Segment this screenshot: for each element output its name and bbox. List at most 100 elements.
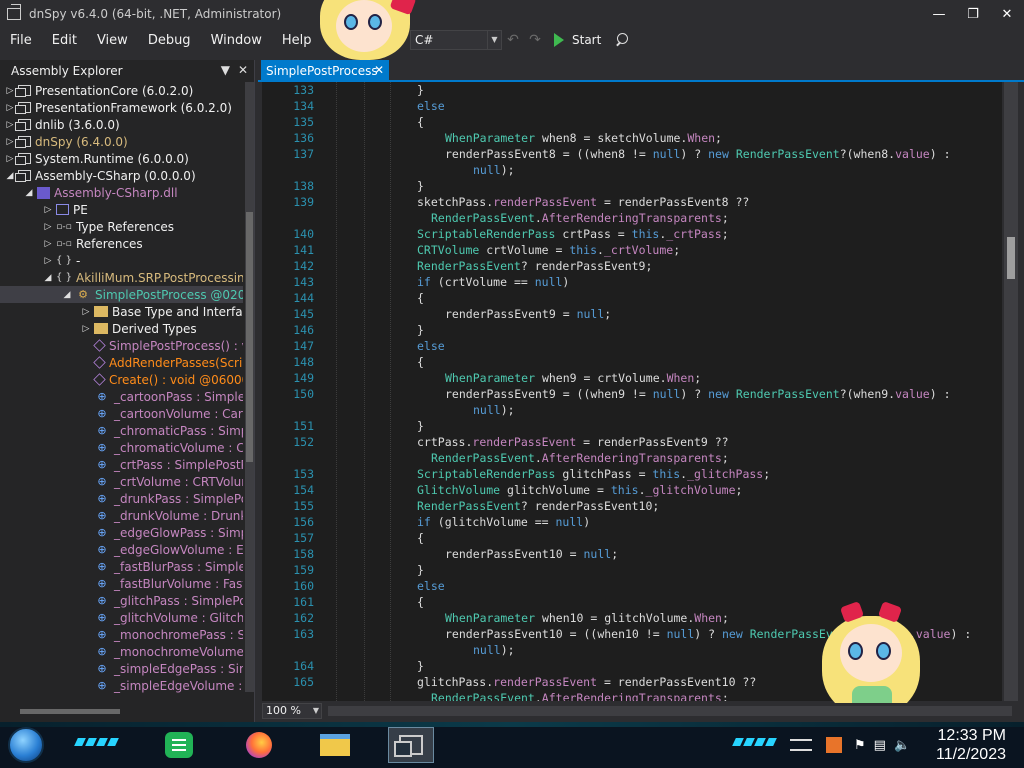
tree-item-label: dnSpy (6.4.0.0) — [35, 134, 128, 149]
code-line: 156 if (glitchVolume == null) — [262, 514, 1002, 530]
tree-item-label: System.Runtime (6.0.0.0) — [35, 151, 189, 166]
tree-item[interactable]: ⊕ _fastBlurVolume : FastI — [0, 575, 243, 592]
tree-item[interactable]: ⊕ _cartoonPass : SimpleP — [0, 388, 243, 405]
tree-item[interactable]: ▷ System.Runtime (6.0.0.0) — [0, 150, 243, 167]
taskbar-clock[interactable]: 12:33 PM 11/2/2023 — [936, 726, 1006, 764]
tree-item[interactable]: ▷ dnlib (3.6.0.0) — [0, 116, 243, 133]
code-text: { — [417, 355, 424, 369]
code-text: RenderPassEvent.AfterRenderingTransparen… — [431, 451, 729, 465]
collapse-arrow-icon[interactable]: ◢ — [42, 269, 54, 286]
menu-file[interactable]: File — [0, 33, 42, 48]
tree-item[interactable]: ⊕ _edgeGlowPass : Simp — [0, 524, 243, 541]
expand-arrow-icon[interactable]: ▷ — [42, 201, 54, 218]
collapse-arrow-icon[interactable]: ◢ — [23, 184, 35, 201]
menu-debug[interactable]: Debug — [138, 33, 201, 48]
expand-arrow-icon[interactable]: ▷ — [80, 303, 92, 320]
tree-item[interactable]: ▷ PresentationCore (6.0.2.0) — [0, 82, 243, 99]
taskbar-file-explorer-app[interactable] — [312, 727, 358, 763]
start-button[interactable]: Start — [554, 33, 601, 47]
tree-item[interactable]: ⊕ _monochromeVolume — [0, 643, 243, 660]
tree-item[interactable]: ⊕ _glitchVolume : Glitch\ — [0, 609, 243, 626]
menu-edit[interactable]: Edit — [42, 33, 87, 48]
panel-close-icon[interactable]: ✕ — [238, 63, 248, 77]
flag-icon[interactable]: ⚑ — [854, 738, 866, 753]
minimize-button[interactable]: — — [922, 0, 956, 28]
editor-horizontal-scrollbar[interactable] — [328, 706, 1012, 716]
expand-arrow-icon[interactable]: ▷ — [80, 320, 92, 337]
editor-vertical-scrollbar[interactable] — [1004, 82, 1018, 701]
tree-item[interactable]: ▷ PresentationFramework (6.0.2.0) — [0, 99, 243, 116]
tree-item[interactable]: ⊕ _cartoonVolume : Cart — [0, 405, 243, 422]
zoom-select[interactable]: 100 % ▼ — [262, 703, 322, 719]
menu-window[interactable]: Window — [201, 33, 272, 48]
app-tray-icon[interactable] — [826, 737, 842, 753]
restore-button[interactable]: ❐ — [956, 0, 990, 28]
tree-item[interactable]: ⊕ _simpleEdgeVolume : ! — [0, 677, 243, 694]
code-line: 158 renderPassEvent10 = null; — [262, 546, 1002, 562]
chevron-down-icon: ▼ — [312, 706, 319, 715]
code-text: } — [417, 659, 424, 673]
expand-arrow-icon[interactable]: ▷ — [42, 235, 54, 252]
tab-simplepostprocess[interactable]: SimplePostProcess ✕ — [261, 60, 389, 82]
volume-icon[interactable]: 🔈 — [894, 738, 910, 753]
tree-item[interactable]: ⊕ _crtVolume : CRTVolur — [0, 473, 243, 490]
tree-item[interactable]: ◢ Assembly-CSharp.dll — [0, 184, 243, 201]
tree-item-label: _fastBlurVolume : FastI — [114, 576, 243, 591]
taskbar-dnspy-app[interactable] — [388, 727, 434, 763]
tree-item[interactable]: ⊕ _glitchPass : SimplePo — [0, 592, 243, 609]
menu-view[interactable]: View — [87, 33, 138, 48]
tree-item[interactable]: ▷ ▫-▫ References — [0, 235, 243, 252]
code-line: RenderPassEvent.AfterRenderingTransparen… — [262, 450, 1002, 466]
tree-item[interactable]: ⊕ _fastBlurPass : SimpleF — [0, 558, 243, 575]
network-icon[interactable]: ▤ — [874, 738, 886, 753]
tree-item[interactable]: ▷ Base Type and Interfac — [0, 303, 243, 320]
line-number: 149 — [293, 371, 314, 385]
tree-item-label: _edgeGlowPass : Simp — [114, 525, 243, 540]
taskbar-firefox-app[interactable] — [236, 727, 282, 763]
close-button[interactable]: ✕ — [990, 0, 1024, 28]
tree-item[interactable]: ▷ ▫-▫ Type References — [0, 218, 243, 235]
tree-item[interactable]: ⊕ _edgeGlowVolume : Ec — [0, 541, 243, 558]
tree-item[interactable]: AddRenderPasses(Scrip — [0, 354, 243, 371]
tree-item-label: PE — [73, 202, 88, 217]
redo-icon[interactable]: ↷ — [524, 30, 546, 50]
expand-arrow-icon[interactable]: ▷ — [42, 218, 54, 235]
show-desktop-icon[interactable] — [790, 739, 812, 751]
tree-vertical-scrollbar[interactable] — [245, 82, 254, 692]
tree-item[interactable]: ▷ Derived Types — [0, 320, 243, 337]
taskbar-notes-app[interactable] — [156, 727, 202, 763]
undo-icon[interactable]: ↶ — [502, 30, 524, 50]
search-icon[interactable] — [611, 30, 633, 50]
tree-item[interactable]: ⊕ _drunkPass : SimplePo — [0, 490, 243, 507]
tree-item[interactable]: ▷ PE — [0, 201, 243, 218]
tab-close-icon[interactable]: ✕ — [374, 63, 384, 77]
code-line: null); — [262, 402, 1002, 418]
tree-item-label: _fastBlurPass : SimpleF — [114, 559, 243, 574]
collapse-arrow-icon[interactable]: ◢ — [61, 286, 73, 303]
tree-item[interactable]: ⊕ _monochromePass : Si — [0, 626, 243, 643]
panel-menu-icon[interactable]: ▼ — [221, 63, 230, 77]
tree-item[interactable]: ⊕ _chromaticVolume : C — [0, 439, 243, 456]
tree-item[interactable]: Create() : void @06000 — [0, 371, 243, 388]
expand-arrow-icon[interactable]: ▷ — [42, 252, 54, 269]
tree-item[interactable]: ▷ dnSpy (6.4.0.0) — [0, 133, 243, 150]
code-text: RenderPassEvent.AfterRenderingTransparen… — [431, 691, 729, 701]
code-line: 135 { — [262, 114, 1002, 130]
tree-item[interactable]: ◢ ⚙ SimplePostProcess @0200 — [0, 286, 243, 303]
tree-item[interactable]: ⊕ _crtPass : SimplePostP — [0, 456, 243, 473]
line-number: 161 — [293, 595, 314, 609]
line-number: 139 — [293, 195, 314, 209]
tree-item[interactable]: ◢{ } AkilliMum.SRP.PostProcessing — [0, 269, 243, 286]
tree-item[interactable]: ▷{ } - — [0, 252, 243, 269]
tree-item[interactable]: ⊕ _simpleEdgePass : Sim — [0, 660, 243, 677]
tree-item[interactable]: ⊕ _chromaticPass : Simp — [0, 422, 243, 439]
start-menu-orb[interactable] — [8, 727, 44, 763]
tree-item[interactable]: ◢ Assembly-CSharp (0.0.0.0) — [0, 167, 243, 184]
tree-horizontal-scrollbar[interactable] — [8, 707, 238, 716]
tree-item[interactable]: SimplePostProcess() : v — [0, 337, 243, 354]
tree-item[interactable]: ⊕ _drunkVolume : Drunk — [0, 507, 243, 524]
